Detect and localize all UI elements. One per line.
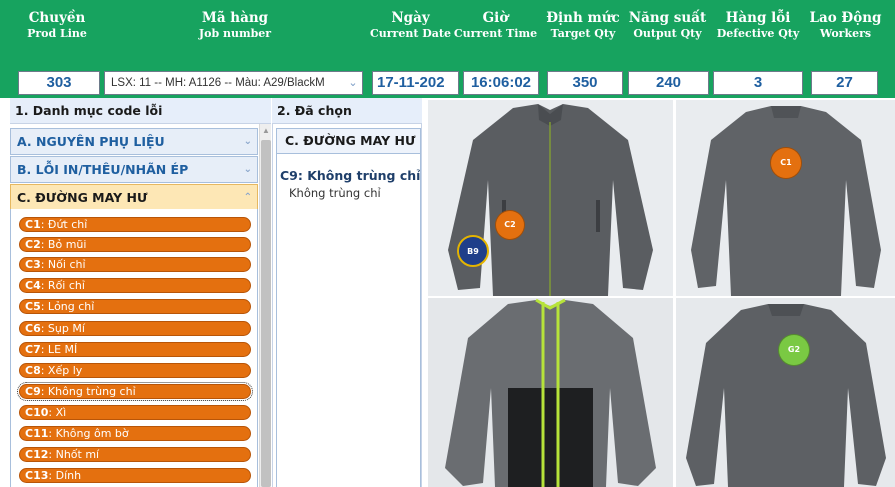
jacket-back-image xyxy=(676,100,895,296)
scroll-up-icon[interactable]: ▲ xyxy=(260,124,272,138)
defect-item-c5[interactable]: C5: Lỏng chỉ xyxy=(19,299,251,314)
defect-item-c9[interactable]: C9: Không trùng chỉ xyxy=(17,382,253,401)
defect-item-c11[interactable]: C11: Không ôm bờ xyxy=(19,426,251,441)
jacket-back-image-2 xyxy=(676,298,895,487)
photo-front-top: C2 B9 xyxy=(428,100,673,296)
job-number-select[interactable]: LSX: 11 -- MH: A1126 -- Màu: A29/BlackM … xyxy=(104,71,363,95)
defect-codes-heading: 1. Danh mục code lỗi xyxy=(10,98,271,124)
jacket-front-image xyxy=(428,100,673,296)
chevron-up-icon: ⌃ xyxy=(243,192,252,203)
job-number-value: LSX: 11 -- MH: A1126 -- Màu: A29/BlackM xyxy=(111,77,325,89)
defect-item-c7[interactable]: C7: LE MÍ xyxy=(19,342,251,357)
chevron-down-icon: ⌄ xyxy=(243,136,252,147)
defect-item-c6[interactable]: C6: Sụp Mí xyxy=(19,321,251,336)
defect-item-list: C1: Đứt chỉ C2: Bỏ mũi C3: Nối chỉ C4: R… xyxy=(10,209,258,487)
badge-g2: G2 xyxy=(778,334,810,366)
photo-back-bottom: G2 xyxy=(676,298,895,487)
target-qty-field[interactable]: 350 xyxy=(547,71,623,95)
category-label: B. LỖI IN/THÊU/NHÃN ÉP xyxy=(17,162,189,177)
defect-item-c12[interactable]: C12: Nhốt mí xyxy=(19,447,251,462)
category-label: A. NGUYÊN PHỤ LIỆU xyxy=(17,134,165,149)
col-date: Ngày Current Date xyxy=(368,10,453,41)
col-job-number: Mã hàng Job number xyxy=(180,10,290,41)
badge-c2: C2 xyxy=(495,210,525,240)
col-prod-line: Chuyền Prod Line xyxy=(22,10,92,41)
workers-field[interactable]: 27 xyxy=(811,71,878,95)
defect-item-c10[interactable]: C10: Xì xyxy=(19,405,251,420)
chevron-down-icon: ⌄ xyxy=(243,164,252,175)
defect-item-c1[interactable]: C1: Đứt chỉ xyxy=(19,217,251,232)
defect-list-scrollbar[interactable]: ▲ xyxy=(259,124,271,487)
garment-photos: C2 B9 C1 G2 xyxy=(424,98,895,487)
time-field[interactable]: 16:06:02 xyxy=(463,71,539,95)
chosen-heading: 2. Đã chọn xyxy=(272,98,422,124)
chosen-content: C9: Không trùng chỉ Không trùng chỉ xyxy=(276,154,421,487)
col-defective-qty-vi: Hàng lỗi xyxy=(725,10,791,26)
defect-codes-panel: A. NGUYÊN PHỤ LIỆU ⌄ B. LỖI IN/THÊU/NHÃN… xyxy=(10,124,271,487)
chosen-category[interactable]: C. ĐƯỜNG MAY HƯ xyxy=(276,128,421,154)
badge-c1: C1 xyxy=(770,147,802,179)
scroll-thumb[interactable] xyxy=(261,140,271,487)
col-target-qty-en: Target Qty xyxy=(550,27,616,40)
col-job-number-vi: Mã hàng xyxy=(201,10,269,26)
col-target-qty: Định mức Target Qty xyxy=(543,10,623,41)
col-workers-en: Workers xyxy=(819,27,872,40)
photo-inside-bottom xyxy=(428,298,673,487)
category-loi-in-theu[interactable]: B. LỖI IN/THÊU/NHÃN ÉP ⌄ xyxy=(10,156,258,183)
col-date-en: Current Date xyxy=(370,27,451,40)
col-output-qty: Năng suất Output Qty xyxy=(625,10,710,41)
col-workers: Lao Động Workers xyxy=(808,10,883,41)
col-time-en: Current Time xyxy=(453,27,538,40)
defect-item-c2[interactable]: C2: Bỏ mũi xyxy=(19,237,251,252)
chosen-defect-subtitle: Không trùng chỉ xyxy=(289,186,381,200)
jacket-inside-image xyxy=(428,298,673,487)
col-time: Giờ Current Time xyxy=(453,10,538,41)
col-time-vi: Giờ xyxy=(482,10,509,26)
category-label: C. ĐƯỜNG MAY HƯ xyxy=(17,190,148,205)
col-date-vi: Ngày xyxy=(391,10,430,26)
col-prod-line-vi: Chuyền xyxy=(28,10,86,26)
header-band: Chuyền Prod Line Mã hàng Job number Ngày… xyxy=(0,0,895,98)
prod-line-field[interactable]: 303 xyxy=(18,71,100,95)
col-job-number-en: Job number xyxy=(198,27,272,40)
badge-b9: B9 xyxy=(457,235,489,267)
defect-item-c3[interactable]: C3: Nối chỉ xyxy=(19,257,251,272)
col-workers-vi: Lao Động xyxy=(809,10,882,26)
col-output-qty-en: Output Qty xyxy=(633,27,702,40)
defect-item-c4[interactable]: C4: Rối chỉ xyxy=(19,278,251,293)
output-qty-field[interactable]: 240 xyxy=(628,71,709,95)
col-defective-qty-en: Defective Qty xyxy=(716,27,800,40)
category-nguyen-phu-lieu[interactable]: A. NGUYÊN PHỤ LIỆU ⌄ xyxy=(10,128,258,155)
defective-qty-field[interactable]: 3 xyxy=(713,71,803,95)
chevron-down-icon[interactable]: ⌄ xyxy=(344,72,362,94)
chosen-defect-title[interactable]: C9: Không trùng chỉ xyxy=(280,168,420,183)
category-duong-may-hu[interactable]: C. ĐƯỜNG MAY HƯ ⌃ xyxy=(10,184,258,211)
chosen-panel: C. ĐƯỜNG MAY HƯ C9: Không trùng chỉ Khôn… xyxy=(272,124,422,487)
col-defective-qty: Hàng lỗi Defective Qty xyxy=(708,10,808,41)
date-field[interactable]: 17-11-202 xyxy=(372,71,459,95)
defect-item-c13[interactable]: C13: Dính xyxy=(19,468,251,483)
col-prod-line-en: Prod Line xyxy=(27,27,87,40)
photo-back-top: C1 xyxy=(676,100,895,296)
col-output-qty-vi: Năng suất xyxy=(628,10,707,26)
col-target-qty-vi: Định mức xyxy=(546,10,620,26)
defect-item-c8[interactable]: C8: Xếp ly xyxy=(19,363,251,378)
defect-entry-app: Chuyền Prod Line Mã hàng Job number Ngày… xyxy=(0,0,895,487)
